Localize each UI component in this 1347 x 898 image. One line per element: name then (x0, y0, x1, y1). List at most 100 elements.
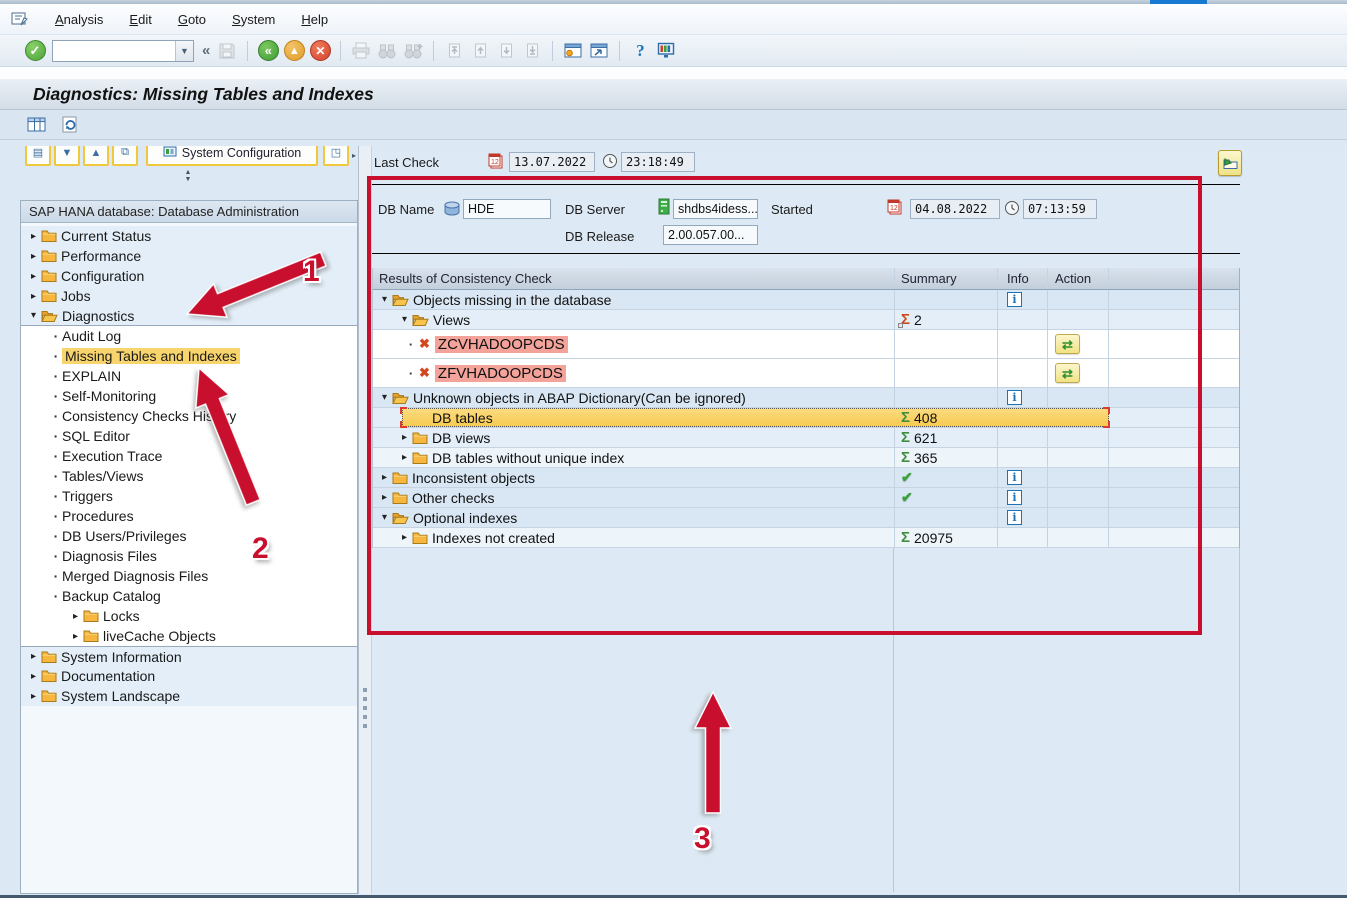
started-date-field[interactable]: 04.08.2022 (910, 199, 1000, 219)
enter-button[interactable]: ✓ (22, 38, 48, 64)
expander-collapsed-icon[interactable]: ▸ (27, 671, 40, 682)
sidebar-item[interactable]: ▾Diagnostics (21, 306, 357, 326)
started-time-field[interactable]: 07:13:59 (1023, 199, 1097, 219)
expander-collapsed-icon[interactable]: ▸ (27, 651, 40, 662)
result-row[interactable]: ·✖ZCVHADOOPCDS⇄ (373, 330, 1239, 359)
info-icon[interactable]: i (1007, 490, 1022, 505)
result-row[interactable]: ▸Inconsistent objects✔i (373, 468, 1239, 488)
expander-collapsed-icon[interactable]: ▸ (27, 691, 40, 702)
db-server-field[interactable]: shdbs4idess... (673, 199, 758, 219)
info-icon[interactable]: i (1007, 390, 1022, 405)
sidebar-item[interactable]: ▸Documentation (21, 666, 357, 686)
recreate-object-button[interactable]: ⇄ (1055, 334, 1080, 354)
result-row[interactable]: ▸Other checks✔i (373, 488, 1239, 508)
collapse-toolbar-icon[interactable]: « (202, 42, 210, 59)
next-page-button[interactable] (493, 38, 519, 64)
save-button[interactable] (214, 38, 240, 64)
sidebar-item[interactable]: ·Execution Trace (21, 446, 357, 466)
result-row[interactable]: ▾Objects missing in the databasei (373, 290, 1239, 310)
sidebar-item[interactable]: ▸Performance (21, 246, 357, 266)
sidebar-item[interactable]: ·Merged Diagnosis Files (21, 566, 357, 586)
last-check-time-field[interactable]: 23:18:49 (621, 152, 695, 172)
expander-collapsed-icon[interactable]: ▸ (398, 452, 411, 463)
sidebar-item[interactable]: ▸System Information (21, 646, 357, 666)
sidebar-item[interactable]: ·SQL Editor (21, 426, 357, 446)
panel-splitter[interactable] (358, 146, 372, 894)
result-row[interactable]: ▸DB tables without unique indexΣ365 (373, 448, 1239, 468)
command-field[interactable]: ▼ (52, 40, 194, 62)
menu-item-goto[interactable]: Goto (165, 4, 219, 34)
shortcut-button[interactable] (586, 38, 612, 64)
sidebar-item[interactable]: ▸System Landscape (21, 686, 357, 706)
expand-fullscreen-button[interactable] (1218, 150, 1242, 176)
more-tools-icon[interactable]: ▸ (352, 151, 356, 160)
command-dropdown-icon[interactable]: ▼ (175, 41, 193, 61)
info-icon[interactable]: i (1007, 470, 1022, 485)
sort-ascending-button[interactable]: ▲ (83, 146, 109, 166)
expander-expanded-icon[interactable]: ▾ (378, 294, 391, 305)
sidebar-item[interactable]: ▸Configuration (21, 266, 357, 286)
menu-item-help[interactable]: Help (288, 4, 341, 34)
menu-item-edit[interactable]: Edit (116, 4, 164, 34)
print-button[interactable] (348, 38, 374, 64)
expander-expanded-icon[interactable]: ▾ (378, 512, 391, 523)
sidebar-item[interactable]: ·Procedures (21, 506, 357, 526)
last-page-button[interactable] (519, 38, 545, 64)
find-button[interactable] (374, 38, 400, 64)
sidebar-item[interactable]: ·Tables/Views (21, 466, 357, 486)
expander-collapsed-icon[interactable]: ▸ (398, 432, 411, 443)
expander-collapsed-icon[interactable]: ▸ (27, 271, 40, 282)
sidebar-item[interactable]: ▸Locks (21, 606, 357, 626)
result-row[interactable]: ▸DB viewsΣ621 (373, 428, 1239, 448)
sidebar-item[interactable]: ·Missing Tables and Indexes (21, 346, 357, 366)
result-row[interactable]: ▾Optional indexesi (373, 508, 1239, 528)
previous-page-button[interactable] (467, 38, 493, 64)
expander-collapsed-icon[interactable]: ▸ (27, 251, 40, 262)
first-page-button[interactable] (441, 38, 467, 64)
back-button[interactable]: « (255, 38, 281, 64)
detach-panel-button[interactable]: ⧉ (112, 146, 138, 166)
result-row[interactable]: ·✖ZFVHADOOPCDS⇄ (373, 359, 1239, 388)
help-button[interactable]: ? (627, 38, 653, 64)
splitter-handle[interactable] (363, 688, 367, 728)
sidebar-item[interactable]: ·Backup Catalog (21, 586, 357, 606)
sidebar-item[interactable]: ·Self-Monitoring (21, 386, 357, 406)
refresh-button[interactable] (58, 114, 82, 136)
expander-collapsed-icon[interactable]: ▸ (27, 231, 40, 242)
choose-layout-button[interactable] (24, 114, 48, 136)
customize-layout-button[interactable] (653, 38, 679, 64)
sidebar-item[interactable]: ·Diagnosis Files (21, 546, 357, 566)
panel-collapse-handle[interactable]: ▲▼ (180, 167, 196, 185)
last-check-date-field[interactable]: 13.07.2022 (509, 152, 595, 172)
menu-item-analysis[interactable]: Analysis (42, 4, 116, 34)
tree-context-button[interactable]: ◳ (323, 146, 349, 166)
command-input[interactable] (54, 42, 172, 60)
cancel-button[interactable]: ✕ (307, 38, 333, 64)
sort-descending-button[interactable]: ▼ (54, 146, 80, 166)
expander-expanded-icon[interactable]: ▾ (378, 392, 391, 403)
sidebar-item[interactable]: ▸Current Status (21, 226, 357, 246)
expander-expanded-icon[interactable]: ▾ (27, 310, 40, 321)
expander-collapsed-icon[interactable]: ▸ (27, 291, 40, 302)
expander-collapsed-icon[interactable]: ▸ (378, 472, 391, 483)
sidebar-item[interactable]: ·Triggers (21, 486, 357, 506)
recreate-object-button[interactable]: ⇄ (1055, 363, 1080, 383)
sidebar-item[interactable]: ·Consistency Checks History (21, 406, 357, 426)
sidebar-item[interactable]: ·EXPLAIN (21, 366, 357, 386)
result-row[interactable]: ▸Indexes not createdΣ20975 (373, 528, 1239, 548)
info-icon[interactable]: i (1007, 292, 1022, 307)
find-next-button[interactable] (400, 38, 426, 64)
exit-button[interactable]: ▲ (281, 38, 307, 64)
expander-expanded-icon[interactable]: ▾ (398, 314, 411, 325)
db-name-field[interactable]: HDE (463, 199, 551, 219)
info-icon[interactable]: i (1007, 510, 1022, 525)
sidebar-item[interactable]: ▸liveCache Objects (21, 626, 357, 646)
sidebar-item[interactable]: ▸Jobs (21, 286, 357, 306)
dock-layout-button[interactable]: ▤ (25, 146, 51, 166)
expander-collapsed-icon[interactable]: ▸ (69, 611, 82, 622)
expander-collapsed-icon[interactable]: ▸ (378, 492, 391, 503)
result-row[interactable]: ▸DB tablesΣ408 (373, 408, 1239, 428)
sidebar-item[interactable]: ·DB Users/Privileges (21, 526, 357, 546)
system-configuration-button[interactable]: System Configuration (146, 146, 318, 166)
expander-collapsed-icon[interactable]: ▸ (69, 631, 82, 642)
